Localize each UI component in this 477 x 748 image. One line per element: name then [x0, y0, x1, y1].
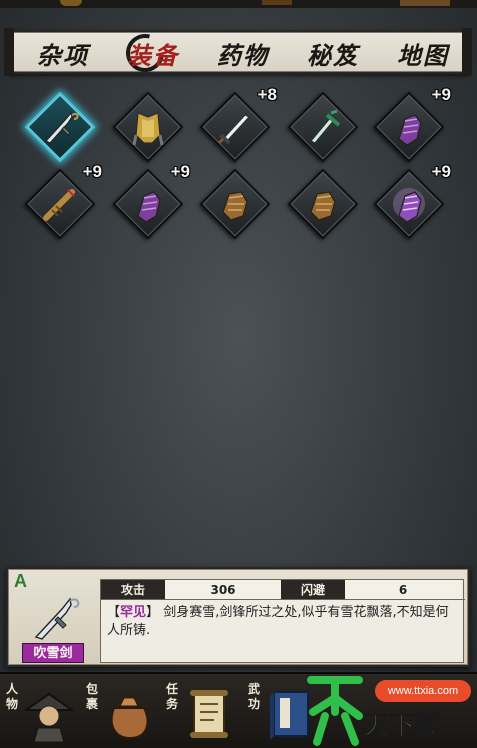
purple-gauntlet-icon — [137, 191, 161, 223]
enhance-badge: +9 — [170, 162, 190, 181]
item-detail-panel: A 吹雪剑 攻击 306 闪避 6 【罕见】 剑身赛雪,剑锋所过之处,似乎有雪花… — [6, 567, 470, 667]
character-icon — [22, 692, 76, 742]
sword-icon — [217, 114, 250, 145]
item-slot[interactable] — [199, 168, 271, 240]
dagger-icon — [45, 111, 79, 144]
attack-value: 306 — [165, 580, 281, 599]
item-slot[interactable]: +9 — [373, 162, 451, 240]
item-slot[interactable]: +8 — [199, 85, 277, 163]
flute-icon — [43, 189, 75, 221]
green-sword-icon — [310, 109, 341, 144]
bronze-gauntlet-icon — [222, 191, 248, 221]
item-slot[interactable]: +9 — [373, 85, 451, 163]
item-stats-box: 攻击 306 闪避 6 【罕见】 剑身赛雪,剑锋所过之处,似乎有雪花飘落,不知是… — [100, 579, 465, 663]
item-slot[interactable] — [112, 91, 184, 163]
nav-bag[interactable]: 包裹 — [82, 680, 162, 746]
bag-icon — [110, 697, 149, 740]
item-name-label: 吹雪剑 — [22, 643, 84, 663]
enhance-badge: +9 — [431, 85, 451, 104]
scroll-icon — [190, 690, 228, 738]
item-slot[interactable]: +9 — [24, 162, 102, 240]
item-slot[interactable] — [287, 168, 359, 240]
enhance-badge: +9 — [82, 162, 102, 181]
stat-row: 攻击 306 闪避 6 — [101, 580, 465, 600]
selected-item-image — [26, 589, 86, 645]
dagger-icon — [34, 597, 80, 640]
dodge-value: 6 — [345, 580, 461, 599]
item-slot[interactable] — [24, 91, 96, 163]
dodge-label: 闪避 — [281, 580, 345, 599]
glowing-gauntlet-icon — [393, 188, 425, 223]
item-grid: +8 +9 +9 +9 +9 — [0, 0, 477, 560]
item-slot[interactable] — [287, 91, 359, 163]
watermark-url: www.ttxia.com — [375, 680, 471, 702]
rarity-label: 罕见 — [120, 605, 147, 620]
purple-gauntlet-icon — [398, 114, 422, 146]
svg-text:天下載: 天下載 — [363, 711, 441, 741]
enhance-badge: +9 — [431, 162, 451, 181]
nav-character[interactable]: 人物 — [2, 680, 82, 746]
item-description: 【罕见】 剑身赛雪,剑锋所过之处,似乎有雪花飘落,不知是何人所铸. — [107, 605, 449, 638]
nav-quest[interactable]: 任务 — [162, 680, 242, 746]
item-slot[interactable]: +9 — [112, 162, 190, 240]
armor-icon — [132, 112, 164, 146]
bronze-gauntlet-icon — [310, 191, 336, 221]
attack-label: 攻击 — [101, 580, 165, 599]
enhance-badge: +8 — [257, 85, 277, 104]
